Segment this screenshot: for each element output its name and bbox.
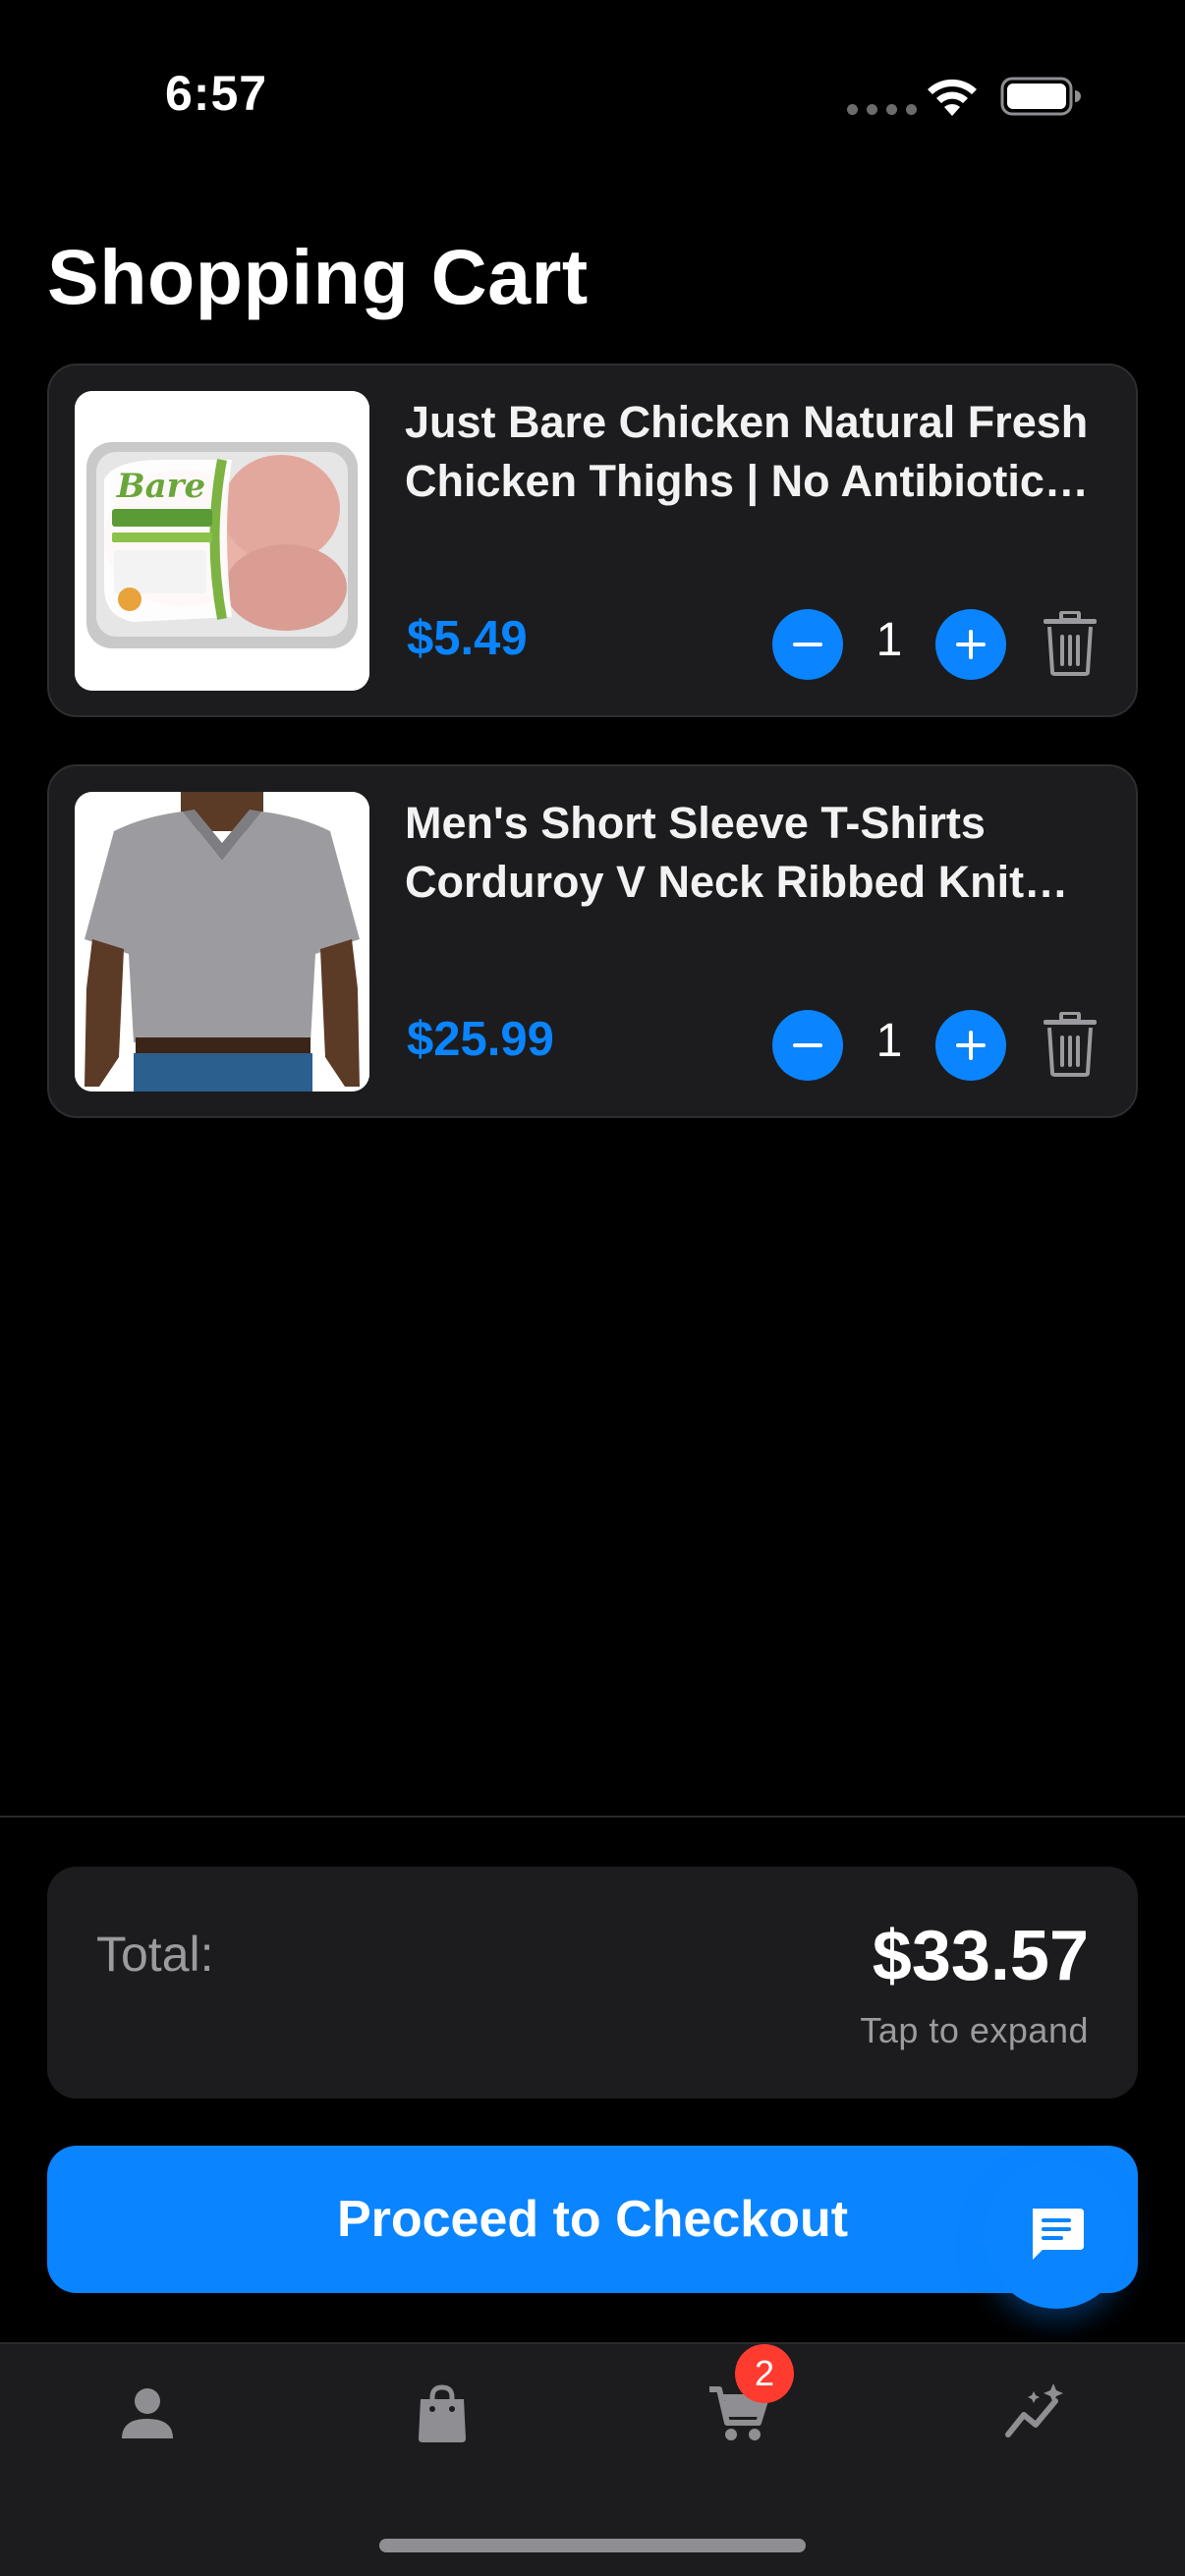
product-image-tshirt[interactable] <box>75 792 369 1092</box>
plus-icon <box>956 1031 986 1060</box>
total-label: Total: <box>96 1927 214 1982</box>
chat-button[interactable] <box>985 2159 1128 2309</box>
trash-icon[interactable] <box>1042 1012 1099 1077</box>
shopping-bag-icon <box>419 2384 466 2442</box>
tab-profile[interactable] <box>108 2374 187 2452</box>
increase-quantity-button[interactable] <box>935 1010 1006 1081</box>
wifi-icon <box>928 79 977 116</box>
decrease-quantity-button[interactable] <box>772 609 843 680</box>
trash-icon[interactable] <box>1042 611 1099 676</box>
product-name[interactable]: Just Bare Chicken Natural Fresh Chicken … <box>405 393 1102 511</box>
person-icon <box>122 2388 173 2438</box>
total-summary-card[interactable]: Total: $33.57 Tap to expand <box>47 1867 1138 2099</box>
tshirt-model-illustration <box>75 792 369 1092</box>
status-time: 6:57 <box>165 66 268 121</box>
insights-icon <box>1005 2383 1063 2437</box>
status-bar: 6:57 <box>0 0 1185 187</box>
battery-icon <box>1000 77 1081 116</box>
product-price: $25.99 <box>407 1013 554 1066</box>
page-title: Shopping Cart <box>47 233 589 320</box>
chicken-package-illustration: Bare <box>75 391 369 691</box>
cart-item: Bare Just Bare Chicken Natural Fresh Chi… <box>47 364 1138 717</box>
increase-quantity-button[interactable] <box>935 609 1006 680</box>
tab-insights[interactable] <box>996 2374 1075 2452</box>
minus-icon <box>793 643 822 646</box>
quantity-value: 1 <box>875 614 903 666</box>
cart-count-badge: 2 <box>735 2344 794 2403</box>
product-name[interactable]: Men's Short Sleeve T-Shirts Corduroy V N… <box>405 794 1102 912</box>
product-image-chicken[interactable]: Bare <box>75 391 369 691</box>
home-indicator[interactable] <box>379 2539 806 2552</box>
divider <box>0 1816 1185 1818</box>
cart-item: Men's Short Sleeve T-Shirts Corduroy V N… <box>47 764 1138 1118</box>
minus-icon <box>793 1043 822 1047</box>
expand-hint: Tap to expand <box>860 2010 1089 2050</box>
signal-dots-icon <box>847 104 917 115</box>
chat-bubble-icon <box>1033 2209 1084 2260</box>
total-amount: $33.57 <box>872 1917 1089 1995</box>
checkout-button-label: Proceed to Checkout <box>336 2191 849 2248</box>
proceed-to-checkout-button[interactable]: Proceed to Checkout <box>47 2146 1138 2293</box>
tab-shop[interactable] <box>403 2374 481 2452</box>
plus-icon <box>956 630 986 659</box>
decrease-quantity-button[interactable] <box>772 1010 843 1081</box>
product-price: $5.49 <box>407 612 528 665</box>
package-brand-art: Bare <box>116 467 205 506</box>
quantity-value: 1 <box>875 1015 903 1067</box>
